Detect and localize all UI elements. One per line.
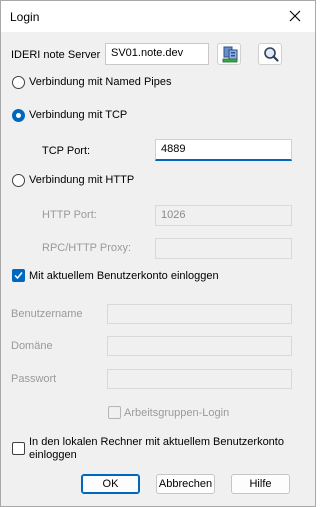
close-icon bbox=[289, 10, 301, 22]
tcp-port-label: TCP Port: bbox=[42, 145, 91, 157]
checkmark-icon bbox=[14, 272, 23, 280]
workgroup-label: Arbeitsgruppen-Login bbox=[124, 407, 230, 419]
domain-label: Domäne bbox=[11, 340, 53, 352]
window-title: Login bbox=[10, 10, 40, 24]
local-login-label-line1: In den lokalen Rechner mit aktuellem Ben… bbox=[29, 436, 284, 448]
current-account-label: Mit aktuellem Benutzerkonto einloggen bbox=[29, 270, 219, 282]
cancel-button[interactable]: Abbrechen bbox=[156, 474, 215, 494]
named-pipes-radio[interactable] bbox=[12, 76, 25, 89]
local-login-checkbox[interactable] bbox=[12, 442, 25, 455]
http-radio[interactable] bbox=[12, 174, 25, 187]
domain-input[interactable] bbox=[107, 336, 292, 356]
server-browse-icon bbox=[222, 46, 238, 63]
username-input[interactable] bbox=[107, 304, 292, 324]
server-browse-button[interactable] bbox=[217, 43, 241, 65]
tcp-radio[interactable] bbox=[12, 109, 25, 122]
current-account-checkbox[interactable] bbox=[12, 269, 25, 282]
http-label: Verbindung mit HTTP bbox=[29, 174, 135, 186]
server-label: IDERI note Server bbox=[11, 49, 101, 61]
http-port-label: HTTP Port: bbox=[42, 209, 97, 221]
workgroup-checkbox[interactable] bbox=[108, 406, 121, 419]
rpc-proxy-input[interactable] bbox=[155, 238, 292, 259]
password-label: Passwort bbox=[11, 373, 57, 385]
tcp-label: Verbindung mit TCP bbox=[29, 109, 128, 121]
local-login-label: In den lokalen Rechner mit aktuellem Ben… bbox=[29, 436, 284, 462]
rpc-proxy-label: RPC/HTTP Proxy: bbox=[42, 242, 132, 254]
http-port-input[interactable]: 1026 bbox=[155, 205, 292, 226]
username-label: Benutzername bbox=[11, 308, 83, 320]
search-icon bbox=[264, 47, 279, 62]
server-input[interactable]: SV01.note.dev bbox=[105, 43, 209, 65]
ok-button[interactable]: OK bbox=[81, 474, 140, 494]
search-button[interactable] bbox=[258, 43, 282, 65]
named-pipes-label: Verbindung mit Named Pipes bbox=[29, 76, 172, 88]
close-button[interactable] bbox=[275, 1, 315, 32]
login-dialog: Login IDERI note Server SV01.note.dev Ve… bbox=[0, 0, 316, 507]
tcp-port-input[interactable]: 4889 bbox=[155, 139, 292, 161]
help-button[interactable]: Hilfe bbox=[231, 474, 290, 494]
local-login-label-line2: einloggen bbox=[29, 449, 77, 461]
title-bar: Login bbox=[1, 1, 315, 32]
password-input[interactable] bbox=[107, 369, 292, 389]
